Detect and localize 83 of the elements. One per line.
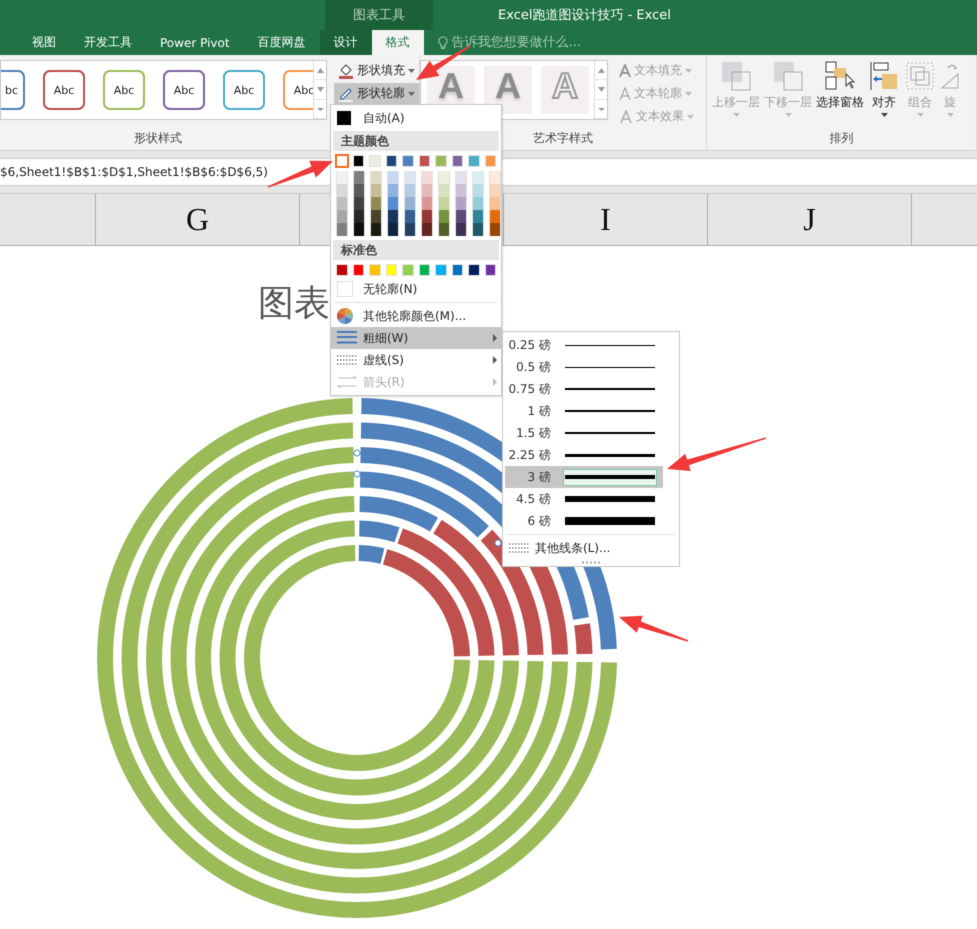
column-header[interactable]: J — [708, 194, 912, 245]
shape-style-swatch[interactable]: Abc — [103, 70, 145, 110]
caret-icon — [916, 113, 924, 117]
selection-handle[interactable] — [494, 540, 502, 546]
annotation-arrow — [619, 616, 688, 642]
caret-icon — [687, 114, 694, 118]
menu-item[interactable]: 虚线(S) — [331, 349, 501, 371]
letter-glow-icon — [619, 110, 633, 124]
paint-bucket-icon — [338, 62, 354, 78]
caret-icon — [784, 113, 792, 117]
layers-icon — [772, 60, 804, 92]
ribbon-tab[interactable]: 格式 — [372, 30, 424, 55]
group-label: 形状样式 — [133, 130, 183, 146]
caret-icon — [732, 113, 740, 117]
menu-section-header: 主题颜色 — [333, 131, 499, 151]
pencil-icon — [338, 86, 354, 102]
menu-item[interactable]: 其他轮廓颜色(M)... — [331, 305, 501, 327]
group-label: 排列 — [828, 130, 854, 146]
group-icon — [904, 60, 936, 92]
selection-handle[interactable] — [354, 470, 360, 478]
menu-section-header: 标准色 — [333, 240, 499, 260]
dashed-lines-icon — [509, 542, 529, 554]
resize-grip-icon[interactable] — [582, 561, 600, 564]
scroll-arrow-icon[interactable] — [316, 86, 324, 92]
ribbon-tab[interactable]: 视图 — [18, 30, 70, 55]
empty-swatch-icon — [337, 281, 353, 297]
column-header[interactable]: G — [96, 194, 300, 245]
caret-icon — [946, 113, 954, 117]
menu-item[interactable]: 其他线条(L)... — [503, 537, 679, 559]
color-wheel-icon — [337, 308, 353, 324]
shape-style-swatch[interactable]: Abc — [223, 70, 265, 110]
menu-item[interactable]: 4.5 磅 — [505, 488, 663, 510]
caret-icon — [880, 113, 888, 117]
menu-item[interactable]: 0.5 磅 — [505, 356, 663, 378]
auto-color-swatch-icon — [337, 111, 351, 125]
formula-field[interactable]: $6,Sheet1!$B$1:$D$1,Sheet1!$B$6:$D$6,5) — [0, 158, 328, 186]
menu-item[interactable]: 2.25 磅 — [505, 444, 663, 466]
ribbon-button[interactable]: 选择窗格 — [815, 60, 865, 117]
menu-item[interactable]: 无轮廓(N) — [331, 278, 501, 300]
caret-icon — [408, 92, 415, 96]
annotation-arrow — [268, 160, 333, 188]
scroll-arrow-icon[interactable] — [316, 106, 324, 112]
scroll-arrow-icon[interactable] — [598, 68, 604, 73]
menu-item[interactable]: 1 磅 — [505, 400, 663, 422]
menu-item[interactable]: 3 磅 — [505, 466, 663, 488]
caret-icon — [408, 68, 415, 72]
chart-title: 图表 — [258, 282, 330, 326]
letter-icon — [619, 64, 631, 78]
caret-icon — [685, 68, 692, 72]
ribbon-tab[interactable]: 设计 — [320, 30, 372, 55]
dashed-lines-icon — [337, 354, 357, 366]
group-label: 艺术字样式 — [532, 130, 594, 147]
lightbulb-icon — [438, 36, 448, 50]
shape-style-swatch[interactable]: Abc — [43, 70, 85, 110]
tell-me-field[interactable]: 告诉我您想要做什么... — [452, 35, 632, 50]
menu-item[interactable]: 6 磅 — [505, 510, 663, 532]
ribbon-tab[interactable]: 百度网盘 — [244, 30, 320, 55]
ribbon-tab[interactable]: Power Pivot — [146, 30, 244, 55]
ribbon-button[interactable]: 形状填充 — [334, 60, 419, 81]
context-tab-label: 图表工具 — [325, 0, 433, 30]
ribbon-button[interactable]: 对齐 — [867, 60, 901, 117]
scroll-arrow-icon[interactable] — [316, 68, 324, 73]
color-swatch[interactable] — [336, 155, 348, 167]
selection-pane-icon[interactable] — [824, 60, 856, 92]
arrows-icon — [337, 375, 357, 389]
selection-handle[interactable] — [354, 450, 360, 456]
scroll-arrow-icon[interactable] — [598, 86, 604, 92]
layers-icon — [720, 60, 752, 92]
scroll-arrow-icon[interactable] — [598, 106, 604, 112]
menu-item[interactable]: 0.25 磅 — [505, 334, 663, 356]
menu-item[interactable]: 粗细(W) — [331, 327, 501, 349]
letter-outline-icon — [619, 86, 631, 100]
column-header[interactable]: I — [504, 194, 708, 245]
menu-item[interactable]: 1.5 磅 — [505, 422, 663, 444]
align-icon[interactable] — [868, 60, 900, 92]
ribbon-button[interactable]: 形状轮廓 — [334, 83, 419, 104]
menu-item[interactable]: 0.75 磅 — [505, 378, 663, 400]
ribbon-tab[interactable]: 开发工具 — [70, 30, 146, 55]
shape-style-swatch[interactable]: bc — [1, 70, 25, 110]
window-title: Excel跑道图设计技巧 - Excel — [497, 7, 671, 25]
caret-icon — [685, 92, 692, 96]
shape-style-swatch[interactable]: Abc — [163, 70, 205, 110]
line-weight-icon — [337, 331, 357, 345]
